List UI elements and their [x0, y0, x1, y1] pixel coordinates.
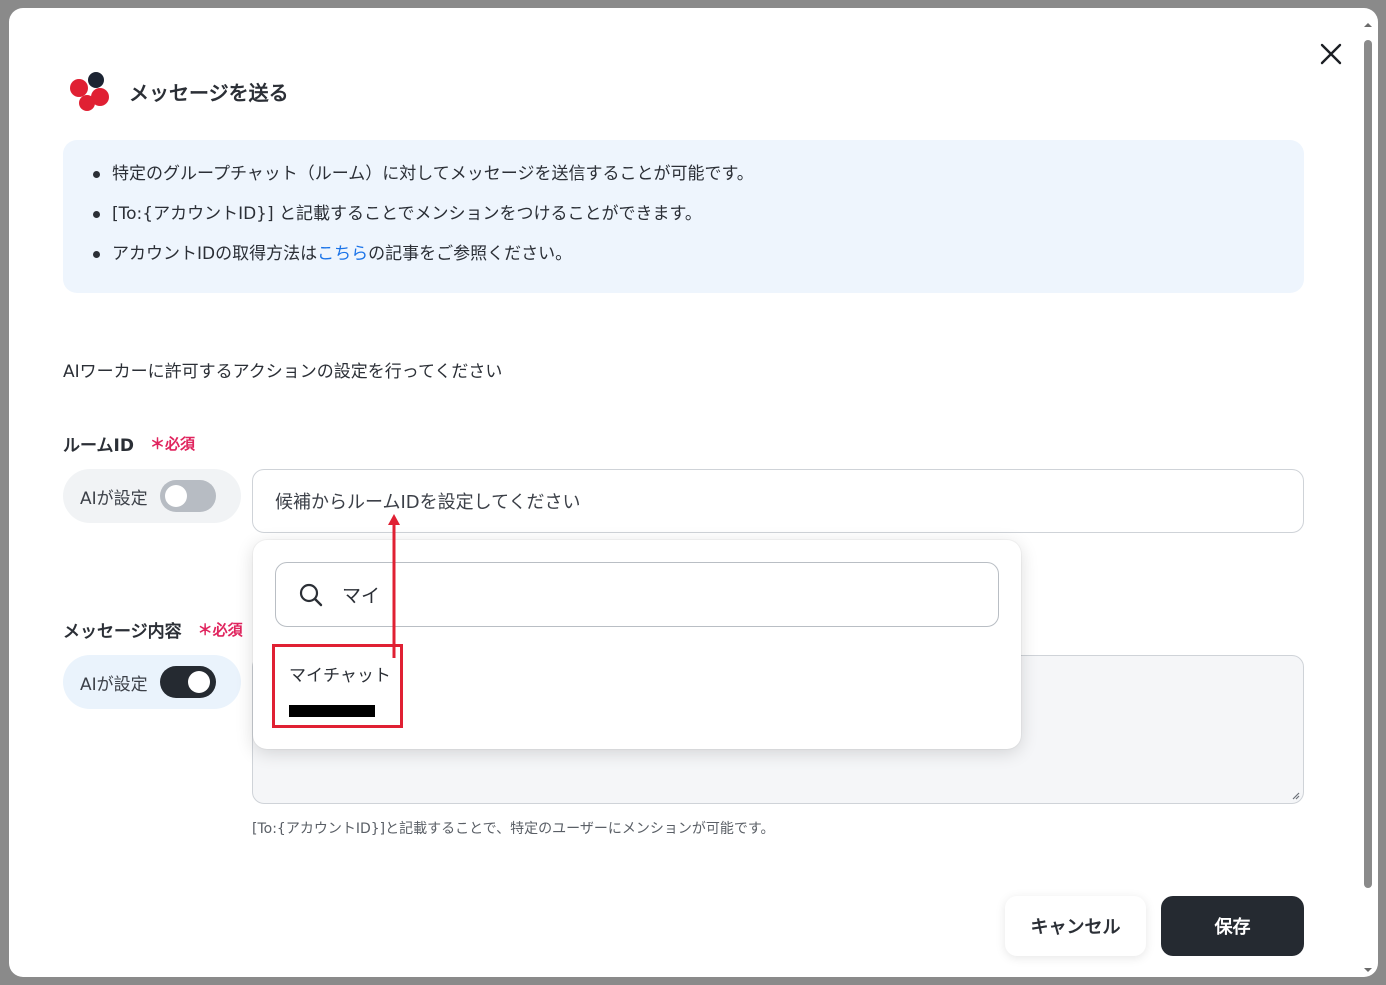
ai-toggle-label: AIが設定 [80, 674, 148, 695]
account-id-help-link[interactable]: こちら [317, 244, 368, 264]
close-button[interactable] [1315, 38, 1347, 70]
required-badge: ＊必須 [197, 621, 243, 639]
toggle-switch[interactable] [159, 480, 216, 512]
toggle-knob [164, 485, 187, 507]
search-query: マイ [342, 585, 381, 607]
redacted-id [289, 705, 375, 717]
annotation-arrow [388, 514, 400, 658]
room-ai-toggle[interactable]: AIが設定 [63, 469, 241, 523]
ai-toggle-label: AIが設定 [80, 488, 148, 509]
close-icon [1320, 43, 1342, 65]
scrollbar[interactable] [1361, 20, 1375, 975]
cancel-button[interactable]: キャンセル [1005, 896, 1146, 956]
room-id-label: ルームID ＊必須 [63, 435, 195, 456]
scroll-up-icon[interactable] [1361, 20, 1375, 30]
room-dropdown: マイ マイチャット [253, 540, 1021, 749]
instruction-text: AIワーカーに許可するアクションの設定を行ってください [63, 362, 503, 382]
message-label: メッセージ内容 ＊必須 [63, 621, 243, 642]
dialog-header: メッセージを送る [69, 70, 289, 112]
required-badge: ＊必須 [149, 435, 195, 453]
modal-dialog: メッセージを送る 特定のグループチャット（ルーム）に対してメッセージを送信するこ… [9, 8, 1378, 977]
scrollbar-thumb[interactable] [1364, 40, 1372, 888]
info-item: アカウントIDの取得方法はこちらの記事をご参照ください。 [93, 242, 1274, 282]
room-id-placeholder: 候補からルームIDを設定してください [275, 492, 581, 513]
message-ai-toggle[interactable]: AIが設定 [63, 655, 241, 709]
dropdown-search-input[interactable]: マイ [275, 562, 999, 627]
search-icon [299, 583, 323, 606]
chatwork-logo-icon [70, 72, 109, 111]
toggle-switch[interactable] [159, 666, 216, 698]
info-item: 特定のグループチャット（ルーム）に対してメッセージを送信することが可能です。 [93, 162, 1274, 202]
option-label: マイチャット [289, 666, 391, 686]
resize-grip-icon[interactable] [1290, 790, 1300, 800]
dropdown-option[interactable]: マイチャット [272, 644, 403, 728]
toggle-knob [187, 671, 210, 693]
scroll-down-icon[interactable] [1361, 965, 1375, 975]
info-box: 特定のグループチャット（ルーム）に対してメッセージを送信することが可能です。 [… [63, 140, 1304, 293]
message-hint: [To:{アカウントID}]と記載することで、特定のユーザーにメンションが可能で… [252, 821, 775, 837]
save-button[interactable]: 保存 [1161, 896, 1304, 956]
dialog-title: メッセージを送る [129, 80, 289, 105]
info-item: [To:{アカウントID}] と記載することでメンションをつけることができます。 [93, 202, 1274, 242]
